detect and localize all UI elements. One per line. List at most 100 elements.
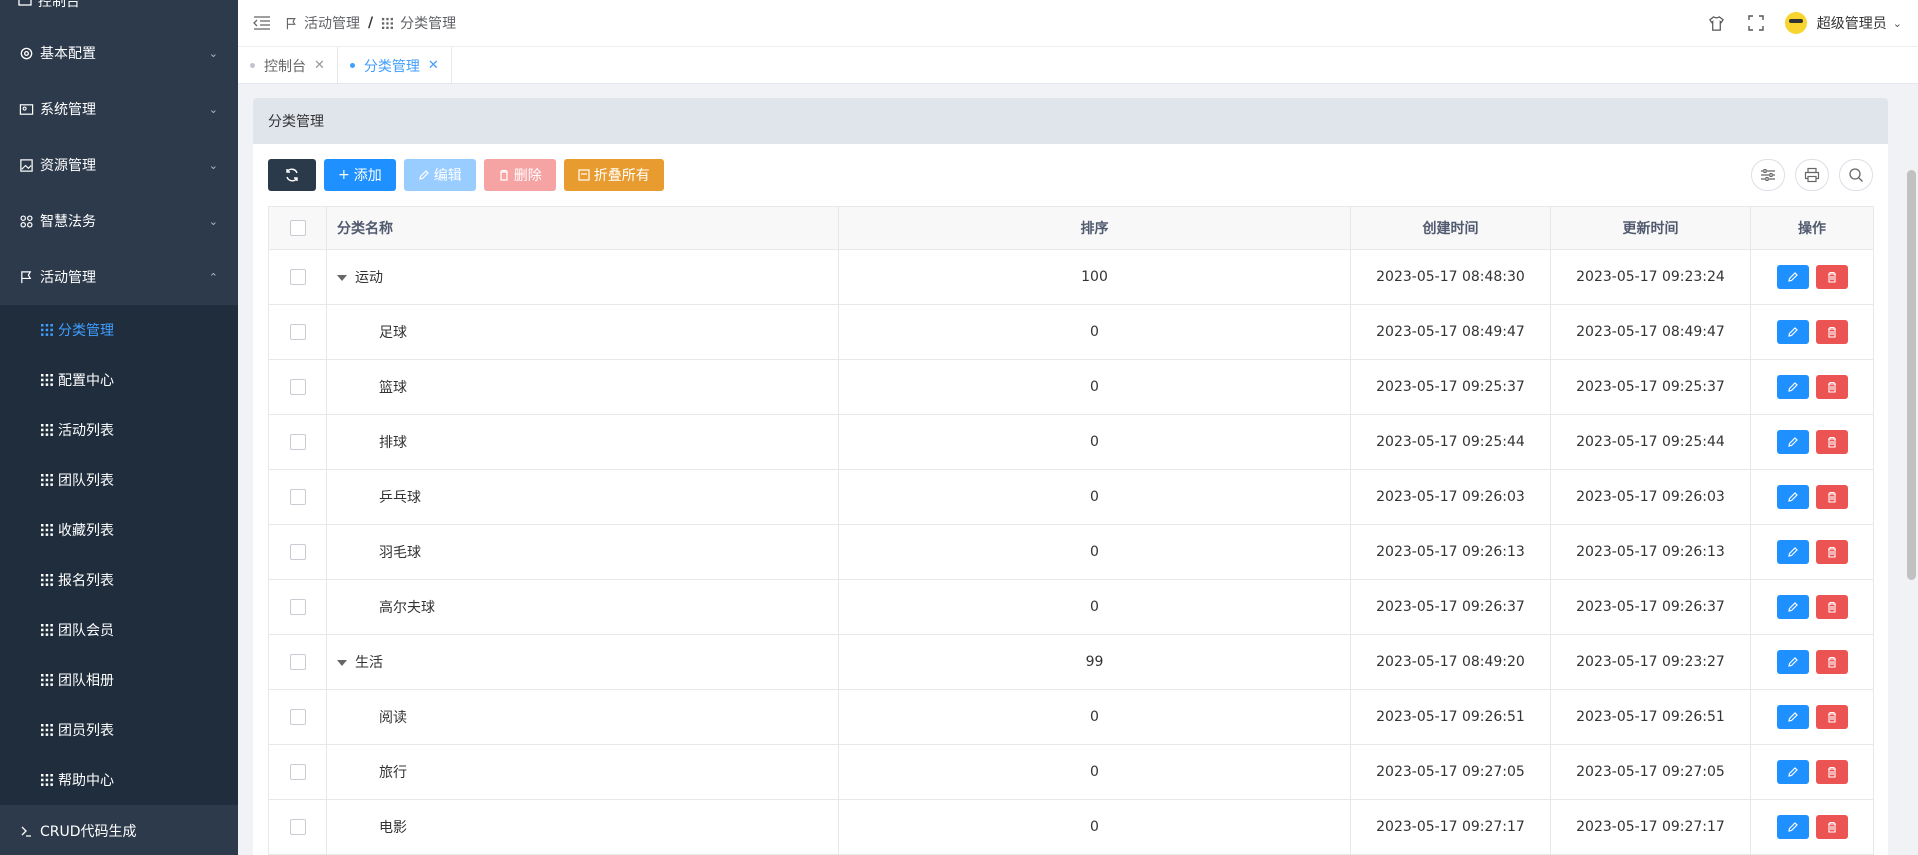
expand-caret-icon[interactable]: [337, 275, 347, 281]
top-header: 活动管理 / 分类管理 超级管理员 ⌄: [238, 0, 1918, 46]
row-delete-button[interactable]: [1815, 540, 1848, 564]
row-delete-button[interactable]: [1815, 375, 1848, 399]
chevron-down-icon[interactable]: ⌄: [1893, 17, 1902, 30]
sidebar-subitem-label: 活动列表: [58, 423, 114, 439]
dots-grid-icon: [40, 673, 54, 687]
pencil-icon: [1787, 822, 1798, 832]
row-checkbox[interactable]: [289, 764, 306, 780]
trash-icon: [1827, 711, 1836, 723]
sidebar-subitem-label: 分类管理: [58, 323, 114, 339]
category-name: 排球: [379, 435, 407, 451]
sidebar-item-activity[interactable]: 活动管理 ⌃: [0, 249, 238, 305]
category-panel: 分类管理 + 添加 编辑 删除 折叠所有 分类名称 排序 创建时间 更新时间 操…: [253, 98, 1888, 855]
updated-time-cell: 2023-05-17 09:27:05: [1550, 744, 1751, 800]
row-checkbox[interactable]: [289, 269, 306, 285]
sidebar-item-basic-config[interactable]: 基本配置 ⌄: [0, 25, 238, 81]
sidebar-subitem-team-list[interactable]: 团队列表: [0, 455, 238, 505]
menu-fold-icon[interactable]: [253, 14, 271, 32]
tab-dashboard[interactable]: 控制台 ✕: [238, 47, 338, 84]
table-row: 高尔夫球 0 2023-05-17 09:26:37 2023-05-17 09:26…: [268, 579, 1874, 635]
trash-icon: [1827, 546, 1836, 558]
row-checkbox[interactable]: [289, 819, 306, 835]
row-checkbox[interactable]: [289, 544, 306, 560]
row-checkbox-cell: [268, 414, 327, 470]
avatar[interactable]: [1784, 12, 1807, 34]
sidebar-item-legal[interactable]: 智慧法务 ⌄: [0, 193, 238, 249]
sidebar-subitem-team-album[interactable]: 团队相册: [0, 655, 238, 705]
row-checkbox-cell: [268, 359, 327, 415]
tab-category[interactable]: 分类管理 ✕: [338, 47, 452, 84]
row-edit-button[interactable]: [1776, 430, 1809, 454]
delete-button[interactable]: 删除: [483, 159, 556, 191]
row-checkbox[interactable]: [289, 379, 306, 395]
breadcrumb-item[interactable]: 活动管理: [304, 13, 360, 33]
sidebar-subitem-activity-list[interactable]: 活动列表: [0, 405, 238, 455]
row-checkbox[interactable]: [289, 599, 306, 615]
row-edit-button[interactable]: [1776, 650, 1809, 674]
row-checkbox[interactable]: [289, 324, 306, 340]
add-label: 添加: [353, 168, 382, 184]
delete-label: 删除: [513, 168, 542, 184]
select-all-checkbox[interactable]: [289, 220, 306, 236]
created-time-cell: 2023-05-17 09:26:51: [1350, 689, 1551, 745]
theme-shirt-icon[interactable]: [1707, 13, 1727, 33]
column-settings-icon[interactable]: [1751, 159, 1785, 191]
category-name-cell: 排球: [326, 414, 839, 470]
row-delete-button[interactable]: [1815, 760, 1848, 784]
category-name: 电影: [379, 820, 407, 836]
row-edit-button[interactable]: [1776, 705, 1809, 729]
row-delete-button[interactable]: [1815, 595, 1848, 619]
row-edit-button[interactable]: [1776, 485, 1809, 509]
sidebar-subitem-team-members[interactable]: 团队会员: [0, 605, 238, 655]
sidebar-item-resource[interactable]: 资源管理 ⌄: [0, 137, 238, 193]
sidebar-subitem-help[interactable]: 帮助中心: [0, 755, 238, 805]
print-icon[interactable]: [1795, 159, 1829, 191]
row-checkbox[interactable]: [289, 709, 306, 725]
sidebar-item-crud[interactable]: CRUD代码生成: [0, 806, 238, 855]
sidebar-subitem-favorites[interactable]: 收藏列表: [0, 505, 238, 555]
row-delete-button[interactable]: [1815, 650, 1848, 674]
row-checkbox[interactable]: [289, 434, 306, 450]
search-icon[interactable]: [1839, 159, 1873, 191]
row-edit-button[interactable]: [1776, 815, 1809, 839]
row-edit-button[interactable]: [1776, 540, 1809, 564]
dots-grid-icon: [381, 17, 394, 30]
category-name-cell: 生活: [326, 634, 839, 690]
table-row: 旅行 0 2023-05-17 09:27:05 2023-05-17 09:27:0…: [268, 744, 1874, 800]
trash-icon: [1827, 381, 1836, 393]
row-delete-button[interactable]: [1815, 705, 1848, 729]
fold-all-button[interactable]: 折叠所有: [563, 159, 664, 191]
row-edit-button[interactable]: [1776, 320, 1809, 344]
row-edit-button[interactable]: [1776, 265, 1809, 289]
row-delete-button[interactable]: [1815, 485, 1848, 509]
row-edit-button[interactable]: [1776, 375, 1809, 399]
row-edit-button[interactable]: [1776, 595, 1809, 619]
pencil-icon: [1787, 602, 1798, 612]
row-checkbox[interactable]: [289, 489, 306, 505]
row-edit-button[interactable]: [1776, 760, 1809, 784]
page-scrollbar[interactable]: [1907, 170, 1916, 580]
pencil-icon: [1787, 437, 1798, 447]
category-name-cell: 篮球: [326, 359, 839, 415]
edit-button[interactable]: 编辑: [403, 159, 476, 191]
close-icon[interactable]: ✕: [314, 58, 325, 73]
user-name[interactable]: 超级管理员: [1817, 13, 1887, 33]
sidebar-item-system[interactable]: 系统管理 ⌄: [0, 81, 238, 137]
actions-cell: [1750, 744, 1874, 800]
toolbar: + 添加 编辑 删除 折叠所有: [268, 159, 672, 191]
sidebar-subitem-category[interactable]: 分类管理: [0, 305, 238, 355]
close-icon[interactable]: ✕: [428, 58, 439, 73]
refresh-button[interactable]: [268, 159, 316, 191]
refresh-icon: [286, 168, 298, 182]
row-delete-button[interactable]: [1815, 430, 1848, 454]
sidebar-subitem-config[interactable]: 配置中心: [0, 355, 238, 405]
row-delete-button[interactable]: [1815, 815, 1848, 839]
sidebar-subitem-signup[interactable]: 报名列表: [0, 555, 238, 605]
row-checkbox[interactable]: [289, 654, 306, 670]
row-delete-button[interactable]: [1815, 265, 1848, 289]
expand-caret-icon[interactable]: [337, 660, 347, 666]
row-delete-button[interactable]: [1815, 320, 1848, 344]
fullscreen-icon[interactable]: [1746, 13, 1766, 33]
add-button[interactable]: + 添加: [324, 159, 396, 191]
sidebar-subitem-member-list[interactable]: 团员列表: [0, 705, 238, 755]
